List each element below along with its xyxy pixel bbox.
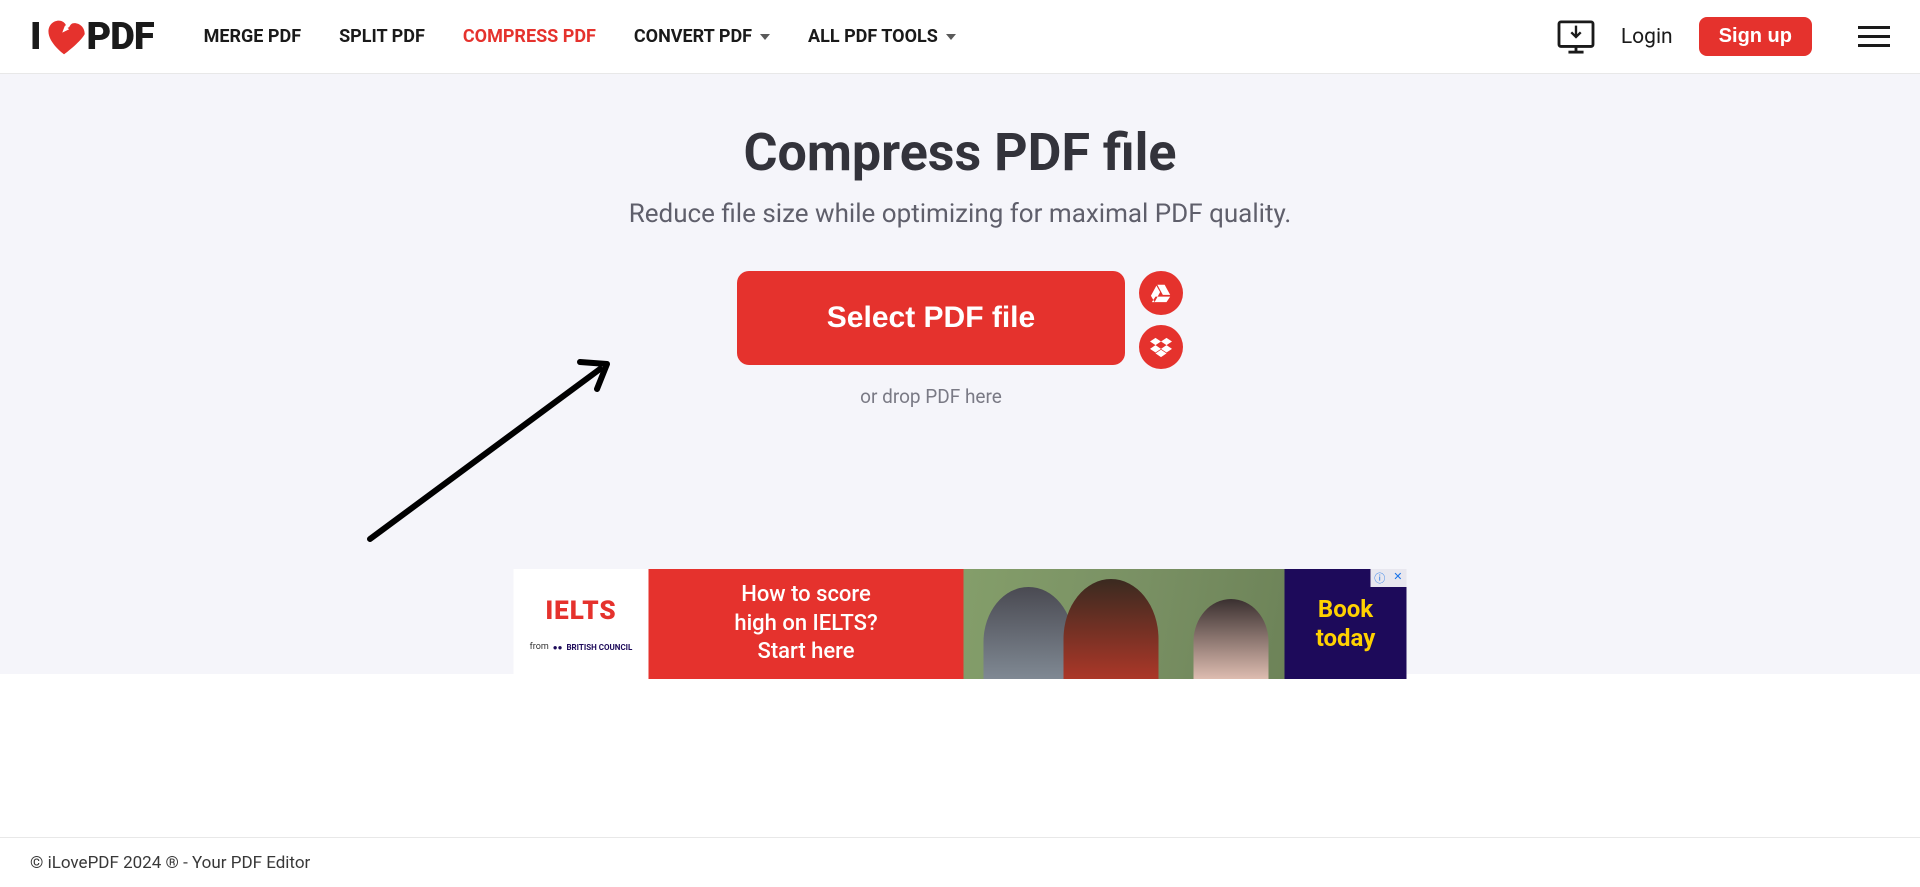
header-right: Login Sign up	[1557, 17, 1890, 56]
ad-image	[964, 569, 1285, 679]
ad-headline: How to score high on IELTS? Start here	[649, 569, 964, 679]
google-drive-icon	[1150, 282, 1172, 304]
ad-banner[interactable]: IELTS from ●● BRITISH COUNCIL How to sco…	[514, 569, 1407, 679]
upload-area: Select PDF file or drop PDF here	[737, 271, 1183, 408]
select-column: Select PDF file or drop PDF here	[737, 271, 1125, 408]
ad-close-icon[interactable]: ✕	[1389, 569, 1406, 587]
annotation-arrow	[365, 354, 625, 554]
footer: © iLovePDF 2024 ® - Your PDF Editor	[0, 837, 1920, 887]
cloud-buttons	[1139, 271, 1183, 369]
page-title: Compress PDF file	[0, 122, 1920, 183]
logo-prefix: I	[30, 15, 41, 59]
ad-info-icon[interactable]: ⓘ	[1370, 569, 1389, 587]
signup-button[interactable]: Sign up	[1699, 17, 1812, 56]
nav-convert-label: CONVERT PDF	[634, 26, 752, 47]
chevron-down-icon	[946, 34, 956, 40]
select-pdf-button[interactable]: Select PDF file	[737, 271, 1125, 365]
ad-controls: ⓘ ✕	[1370, 569, 1406, 587]
header: I PDF MERGE PDF SPLIT PDF COMPRESS PDF C…	[0, 0, 1920, 74]
heart-icon	[43, 18, 85, 56]
nav-merge[interactable]: MERGE PDF	[204, 26, 301, 47]
nav: MERGE PDF SPLIT PDF COMPRESS PDF CONVERT…	[204, 26, 1557, 47]
logo-suffix: PDF	[87, 15, 154, 59]
nav-convert[interactable]: CONVERT PDF	[634, 26, 770, 47]
chevron-down-icon	[760, 34, 770, 40]
main-content: Compress PDF file Reduce file size while…	[0, 74, 1920, 674]
copyright: © iLovePDF 2024 ® - Your PDF Editor	[30, 853, 310, 873]
nav-compress[interactable]: COMPRESS PDF	[463, 26, 596, 47]
google-drive-button[interactable]	[1139, 271, 1183, 315]
dropbox-button[interactable]	[1139, 325, 1183, 369]
download-desktop-icon[interactable]	[1557, 20, 1595, 54]
drop-hint: or drop PDF here	[737, 385, 1125, 408]
ad-brand: IELTS from ●● BRITISH COUNCIL	[514, 569, 649, 679]
nav-split[interactable]: SPLIT PDF	[339, 26, 425, 47]
nav-all-tools[interactable]: ALL PDF TOOLS	[808, 26, 956, 47]
page-subtitle: Reduce file size while optimizing for ma…	[0, 199, 1920, 229]
hamburger-menu-icon[interactable]	[1858, 26, 1890, 47]
nav-all-tools-label: ALL PDF TOOLS	[808, 26, 938, 47]
ad-ielts-logo: IELTS	[545, 596, 616, 626]
ad-from: from ●● BRITISH COUNCIL	[530, 642, 633, 652]
logo[interactable]: I PDF	[30, 15, 154, 59]
login-link[interactable]: Login	[1621, 25, 1673, 49]
dropbox-icon	[1150, 336, 1172, 358]
